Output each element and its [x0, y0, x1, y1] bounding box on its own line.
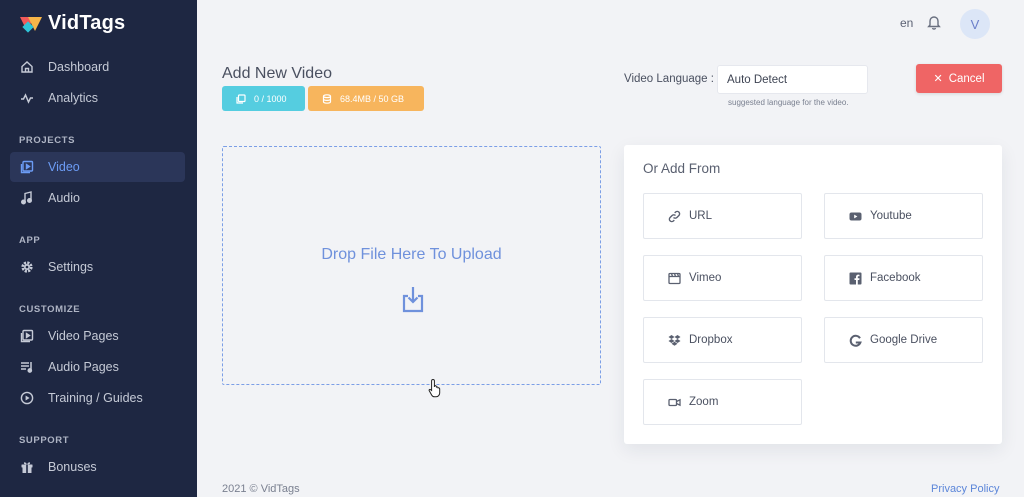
storage-badge: 68.4MB / 50 GB [308, 86, 424, 111]
sidebar-item-analytics[interactable]: Analytics [10, 83, 185, 113]
hand-cursor-icon [428, 378, 441, 398]
upload-download-icon [402, 287, 424, 313]
video-count-badge: 0 / 1000 [222, 86, 305, 111]
source-label: Vimeo [689, 272, 722, 284]
source-label: Zoom [689, 396, 719, 408]
source-label: Facebook [870, 272, 921, 284]
sidebar-item-training-guides[interactable]: Training / Guides [10, 383, 185, 413]
sidebar-item-audio[interactable]: Audio [10, 183, 185, 213]
sidebar-item-video[interactable]: Video [10, 152, 185, 182]
sidebar-item-label: Analytics [48, 91, 99, 105]
play-circle-icon [20, 391, 34, 405]
video-language-hint: suggested language for the video. [728, 98, 849, 107]
footer-copyright: 2021 © VidTags [222, 483, 300, 495]
section-label-projects: PROJECTS [19, 135, 76, 146]
app-name: VidTags [48, 12, 126, 34]
video-library-icon [236, 93, 246, 104]
zoom-camera-icon [668, 398, 681, 406]
music-note-icon [20, 191, 34, 205]
vidtags-logo-icon [20, 15, 42, 33]
video-library-icon [20, 160, 34, 174]
source-button-google-drive[interactable]: Google Drive [824, 317, 983, 363]
app-logo[interactable]: VidTags [20, 12, 125, 35]
video-pages-icon [20, 329, 34, 343]
panel-title: Or Add From [643, 161, 721, 176]
source-button-vimeo[interactable]: Vimeo [643, 255, 802, 301]
sidebar: VidTags Dashboard Analytics PROJECTS Vid… [0, 0, 197, 497]
gift-icon [20, 460, 34, 474]
language-switcher[interactable]: en [900, 16, 913, 30]
sidebar-item-label: Video [48, 160, 80, 174]
section-label-support: SUPPORT [19, 435, 70, 446]
page-title: Add New Video [222, 65, 332, 82]
storage-value: 68.4MB / 50 GB [340, 93, 405, 104]
youtube-icon [849, 212, 862, 220]
sidebar-item-label: Bonuses [48, 460, 97, 474]
privacy-policy-link[interactable]: Privacy Policy [931, 483, 999, 495]
sidebar-item-label: Training / Guides [48, 391, 143, 405]
home-icon [20, 60, 34, 74]
facebook-icon [849, 272, 862, 284]
cancel-button[interactable]: ✕ Cancel [916, 64, 1002, 93]
bell-icon[interactable] [926, 14, 942, 30]
close-icon: ✕ [933, 73, 943, 85]
sidebar-item-label: Audio [48, 191, 80, 205]
source-button-dropbox[interactable]: Dropbox [643, 317, 802, 363]
vimeo-icon [668, 272, 681, 284]
source-button-zoom[interactable]: Zoom [643, 379, 802, 425]
source-button-url[interactable]: URL [643, 193, 802, 239]
source-button-youtube[interactable]: Youtube [824, 193, 983, 239]
video-language-input[interactable] [717, 65, 868, 94]
sidebar-item-label: Dashboard [48, 60, 110, 74]
add-from-panel: Or Add From URL Youtube Vimeo Facebook D… [624, 145, 1002, 444]
section-label-app: APP [19, 235, 41, 246]
sidebar-item-label: Video Pages [48, 329, 119, 343]
source-label: Dropbox [689, 334, 733, 346]
video-count-value: 0 / 1000 [254, 93, 287, 104]
playlist-icon [20, 360, 34, 374]
gear-icon [20, 260, 34, 274]
sidebar-item-video-pages[interactable]: Video Pages [10, 321, 185, 351]
sidebar-item-settings[interactable]: Settings [10, 252, 185, 282]
cancel-label: Cancel [948, 72, 985, 85]
sidebar-item-label: Audio Pages [48, 360, 119, 374]
link-icon [668, 210, 681, 222]
avatar[interactable]: V [960, 9, 990, 39]
source-label: Youtube [870, 210, 912, 222]
file-dropzone[interactable]: Drop File Here To Upload [222, 146, 601, 385]
section-label-customize: CUSTOMIZE [19, 304, 81, 315]
dropzone-text: Drop File Here To Upload [321, 246, 502, 263]
source-button-facebook[interactable]: Facebook [824, 255, 983, 301]
pulse-icon [20, 91, 34, 105]
source-label: URL [689, 210, 713, 222]
sidebar-item-audio-pages[interactable]: Audio Pages [10, 352, 185, 382]
sidebar-item-bonuses[interactable]: Bonuses [10, 452, 185, 482]
database-icon [322, 93, 332, 104]
google-icon [849, 334, 862, 347]
video-language-label: Video Language : [624, 73, 714, 85]
sidebar-item-label: Settings [48, 260, 94, 274]
sidebar-item-dashboard[interactable]: Dashboard [10, 52, 185, 82]
source-label: Google Drive [870, 334, 938, 346]
dropbox-icon [668, 334, 681, 346]
